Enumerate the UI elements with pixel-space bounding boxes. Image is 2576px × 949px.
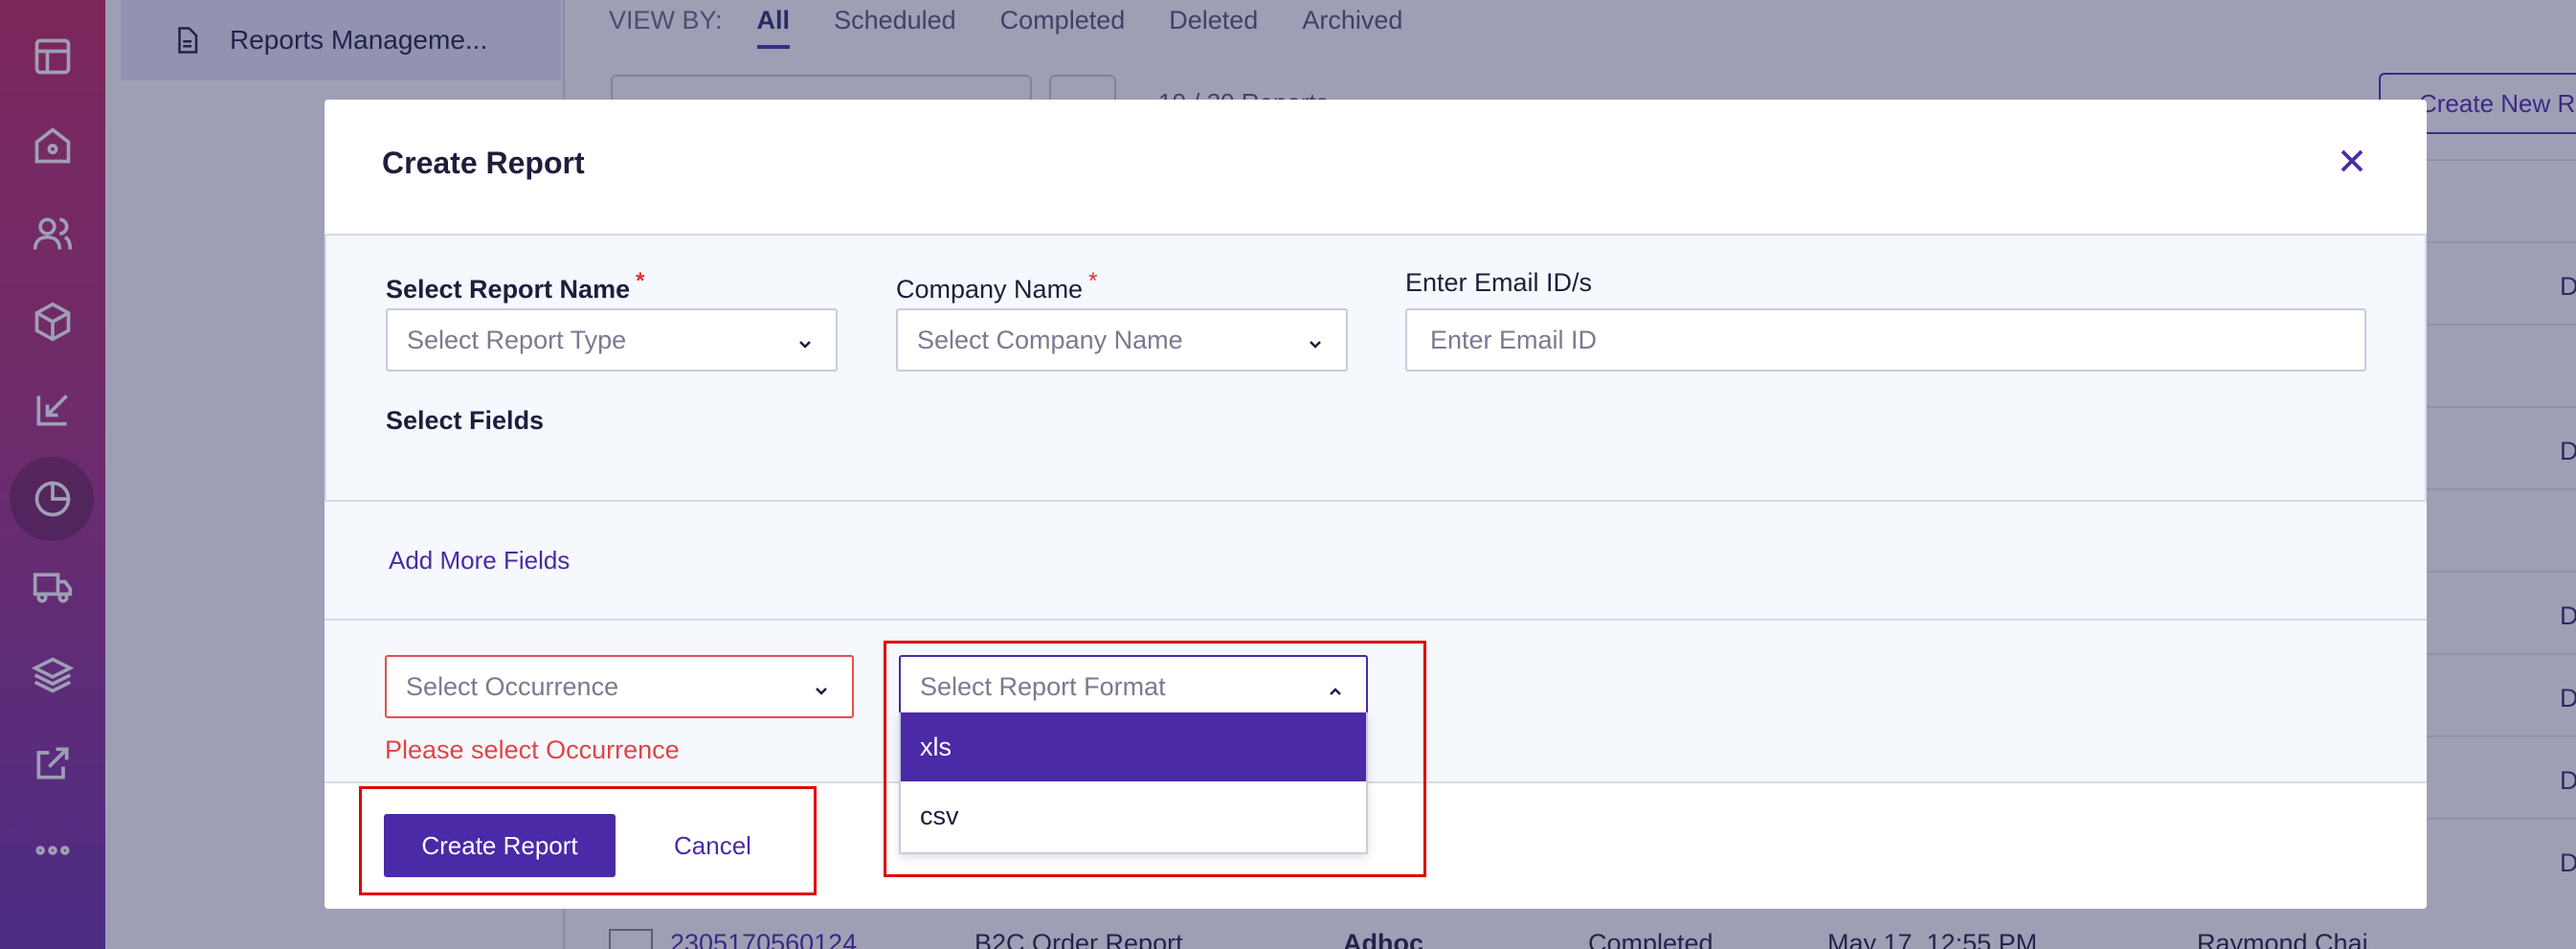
occurrence-error: Please select Occurrence [385,735,680,764]
chevron-down-icon [795,331,815,350]
modal-title: Create Report [382,146,585,180]
close-button[interactable] [2331,140,2373,182]
report-name-label: Select Report Name * [386,268,645,304]
email-label: Enter Email ID/s [1405,268,1593,297]
company-name-select[interactable]: Select Company Name [896,308,1348,372]
company-name-placeholder: Select Company Name [917,325,1183,354]
highlight-footer-actions [359,786,817,895]
report-details-section: Select Report Name * Select Report Type C… [325,236,2427,502]
highlight-report-format [884,641,1426,877]
add-more-fields-link[interactable]: Add More Fields [389,546,570,576]
occurrence-placeholder: Select Occurrence [406,671,619,701]
occurrence-select[interactable]: Select Occurrence [385,655,854,718]
company-name-label: Company Name * [896,268,1098,304]
chevron-down-icon [1306,331,1325,350]
required-mark: * [636,268,645,294]
chevron-down-icon [812,678,831,697]
required-mark: * [1088,268,1098,294]
select-fields-label: Select Fields [386,406,545,435]
report-type-select[interactable]: Select Report Type [386,308,838,372]
add-fields-section: Add More Fields [325,502,2427,621]
report-type-placeholder: Select Report Type [407,325,627,354]
modal-header: Create Report [325,100,2427,236]
close-icon [2341,149,2363,172]
email-input[interactable] [1405,308,2366,372]
